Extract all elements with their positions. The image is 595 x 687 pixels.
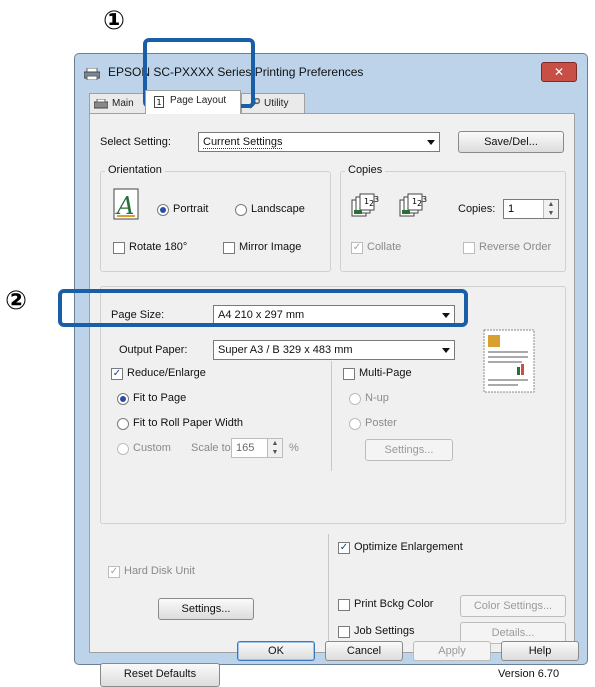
multi-page-label: Multi-Page: [359, 367, 412, 379]
output-paper-dropdown[interactable]: Super A3 / B 329 x 483 mm: [213, 340, 455, 360]
hard-disk-settings-button[interactable]: Settings...: [158, 598, 254, 620]
tab-main[interactable]: Main: [89, 93, 147, 113]
scale-to-label: Scale to: [191, 442, 231, 454]
portrait-radio[interactable]: [157, 204, 169, 216]
mirror-image-label: Mirror Image: [239, 241, 302, 253]
spinner-arrows-icon[interactable]: ▲ ▼: [543, 200, 558, 218]
fit-to-roll-label: Fit to Roll Paper Width: [133, 417, 244, 429]
page-preview-icon: [483, 329, 535, 397]
output-paper-value: Super A3 / B 329 x 483 mm: [218, 344, 353, 356]
orientation-group: Orientation A Portrait Landscape Rotate …: [100, 164, 331, 272]
reverse-order-label: Reverse Order: [479, 241, 552, 253]
copies-title: Copies: [345, 164, 386, 176]
output-paper-label: Output Paper:: [119, 344, 188, 356]
spinner-arrows-icon[interactable]: ▲ ▼: [267, 439, 282, 457]
portrait-preview-icon: A: [113, 188, 143, 222]
reset-defaults-button[interactable]: Reset Defaults: [100, 663, 220, 687]
reduce-enlarge-label: Reduce/Enlarge: [127, 367, 206, 379]
apply-button[interactable]: Apply: [413, 641, 491, 661]
copies-spinner[interactable]: 1 ▲ ▼: [503, 199, 559, 219]
ok-button[interactable]: OK: [237, 641, 315, 661]
select-setting-value: Current Settings: [203, 136, 283, 149]
percent-label: %: [289, 442, 299, 454]
collate-checkbox[interactable]: ✓: [351, 242, 363, 254]
optimize-enlargement-checkbox[interactable]: ✓: [338, 542, 350, 554]
print-bckg-color-label: Print Bckg Color: [354, 598, 434, 610]
n-up-radio[interactable]: [349, 393, 361, 405]
scale-spinner[interactable]: 165 ▲ ▼: [231, 438, 283, 458]
chevron-down-icon: [442, 348, 450, 353]
svg-text:3: 3: [422, 195, 427, 204]
hard-disk-unit-label: Hard Disk Unit: [124, 565, 195, 577]
cancel-button[interactable]: Cancel: [325, 641, 403, 661]
page-icon: 1: [154, 96, 164, 116]
n-up-label: N-up: [365, 392, 389, 404]
collated-copies-icon: 123: [351, 192, 385, 224]
select-setting-label: Select Setting:: [100, 136, 171, 148]
optimize-enlargement-label: Optimize Enlargement: [354, 541, 463, 553]
version-label: Version 6.70: [498, 668, 560, 680]
reverse-order-checkbox[interactable]: [463, 242, 475, 254]
svg-text:3: 3: [374, 195, 379, 204]
svg-text:1: 1: [157, 98, 162, 107]
hard-disk-unit-checkbox[interactable]: ✓: [108, 566, 120, 578]
mirror-image-checkbox[interactable]: [223, 242, 235, 254]
printer-icon: [83, 65, 101, 81]
callout-two: ②: [5, 286, 28, 316]
highlight-page-size-row: [58, 289, 468, 327]
poster-label: Poster: [365, 417, 397, 429]
callout-one: ①: [103, 6, 126, 36]
orientation-title: Orientation: [105, 164, 165, 176]
portrait-label: Portrait: [173, 203, 209, 215]
job-settings-checkbox[interactable]: [338, 626, 350, 638]
rotate-180-label: Rotate 180°: [129, 241, 188, 253]
close-button[interactable]: ✕: [541, 62, 577, 82]
collated-copies-icon: 123: [399, 192, 433, 224]
save-del-button[interactable]: Save/Del...: [458, 131, 564, 153]
landscape-label: Landscape: [251, 203, 305, 215]
select-setting-dropdown[interactable]: Current Settings: [198, 132, 440, 152]
multi-page-checkbox[interactable]: [343, 368, 355, 380]
poster-radio[interactable]: [349, 418, 361, 430]
landscape-radio[interactable]: [235, 204, 247, 216]
copies-value: 1: [508, 203, 515, 215]
job-settings-label: Job Settings: [354, 625, 415, 637]
collate-label: Collate: [367, 241, 402, 253]
divider: [328, 534, 329, 642]
print-bckg-color-checkbox[interactable]: [338, 599, 350, 611]
scale-value: 165: [236, 442, 255, 454]
reduce-enlarge-checkbox[interactable]: ✓: [111, 368, 123, 380]
fit-to-page-label: Fit to Page: [133, 392, 187, 404]
fit-to-roll-radio[interactable]: [117, 418, 129, 430]
help-button[interactable]: Help: [501, 641, 579, 661]
fit-to-page-radio[interactable]: [117, 393, 129, 405]
tab-page-layout[interactable]: 1 Page Layout: [145, 90, 241, 114]
tab-utility-label: Utility: [264, 98, 289, 109]
color-settings-button[interactable]: Color Settings...: [460, 595, 566, 617]
custom-radio[interactable]: [117, 443, 129, 455]
multi-page-settings-button[interactable]: Settings...: [365, 439, 453, 461]
copies-group: Copies 123 123 Copies: 1 ▲ ▼ ✓ Collate Re…: [340, 164, 566, 272]
tab-page-layout-label: Page Layout: [170, 95, 227, 106]
custom-label: Custom: [133, 442, 171, 454]
copies-label: Copies:: [458, 203, 496, 215]
chevron-down-icon: [427, 140, 435, 145]
page-layout-panel: Select Setting: Current Settings Save/De…: [89, 113, 575, 687]
rotate-180-checkbox[interactable]: [113, 242, 125, 254]
tab-main-label: Main: [112, 98, 134, 109]
printing-preferences-window: EPSON SC-PXXXX Series Printing Preferenc…: [74, 53, 588, 687]
divider: [331, 361, 332, 471]
